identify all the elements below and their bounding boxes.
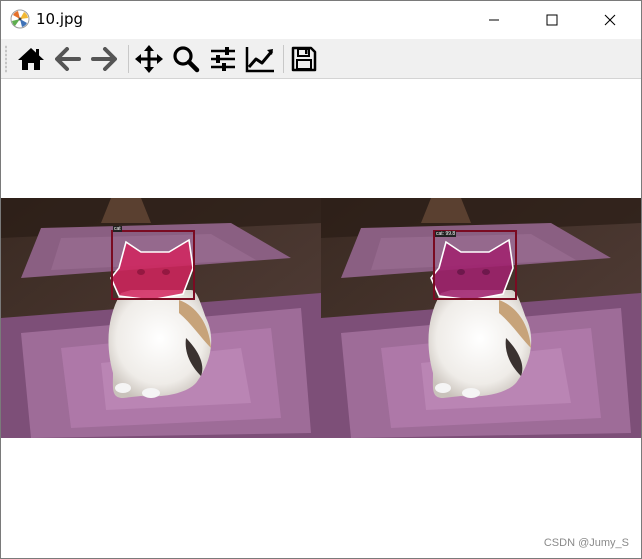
forward-arrow-icon — [91, 47, 117, 71]
edit-axis-icon — [245, 47, 274, 73]
title-bar[interactable]: 10.jpg — [1, 1, 641, 39]
image-panel-left: cat — [1, 198, 321, 438]
forward-button[interactable] — [88, 43, 120, 75]
detection-label-left: cat — [113, 226, 122, 232]
toolbar-grip[interactable] — [5, 45, 7, 73]
close-button[interactable] — [581, 1, 639, 39]
navigation-toolbar — [1, 39, 641, 79]
window-title: 10.jpg — [36, 10, 84, 28]
pan-button[interactable] — [133, 43, 165, 75]
subplots-config-icon — [211, 47, 235, 71]
minimize-button[interactable] — [465, 1, 523, 39]
app-window: 10.jpg cat cat: 99.8 CSDN @Jumy_S — [0, 0, 642, 559]
watermark-text: CSDN @Jumy_S — [543, 537, 629, 549]
edit-axis-button[interactable] — [244, 43, 276, 75]
matplotlib-logo-icon — [10, 9, 30, 29]
save-button[interactable] — [288, 43, 320, 75]
close-icon — [604, 14, 616, 26]
image-panel-right: cat: 99.8 — [321, 198, 641, 438]
zoom-icon — [173, 46, 200, 73]
minimize-icon — [489, 19, 499, 21]
back-button[interactable] — [52, 43, 84, 75]
back-arrow-icon — [55, 47, 81, 71]
save-icon — [291, 46, 317, 72]
configure-subplots-button[interactable] — [207, 43, 239, 75]
toolbar-separator — [283, 45, 284, 73]
figure-canvas[interactable]: cat cat: 99.8 CSDN @Jumy_S — [1, 79, 641, 558]
maximize-button[interactable] — [523, 1, 581, 39]
home-button[interactable] — [15, 43, 47, 75]
home-icon — [18, 48, 44, 70]
maximize-icon — [546, 14, 558, 26]
pan-icon — [135, 45, 163, 73]
toolbar-separator — [128, 45, 129, 73]
detection-label-right: cat: 99.8 — [435, 231, 457, 237]
cat-photo-right — [321, 198, 641, 438]
zoom-button[interactable] — [170, 43, 202, 75]
cat-photo-left — [1, 198, 321, 438]
